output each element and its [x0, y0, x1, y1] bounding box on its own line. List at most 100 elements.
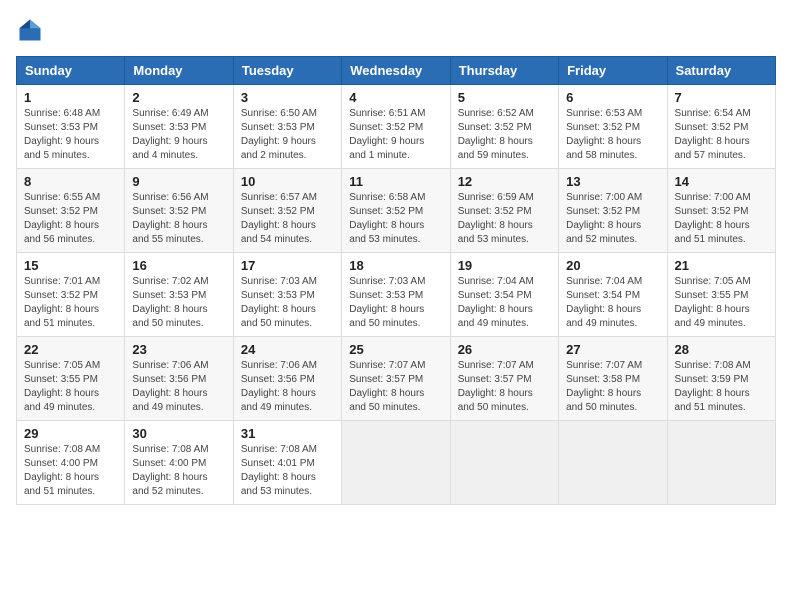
weekday-header: Sunday [17, 57, 125, 85]
weekday-header: Friday [559, 57, 667, 85]
calendar-cell: 22 Sunrise: 7:05 AMSunset: 3:55 PMDaylig… [17, 337, 125, 421]
day-info: Sunrise: 7:08 AMSunset: 4:01 PMDaylight:… [241, 444, 317, 497]
calendar-cell: 3 Sunrise: 6:50 AMSunset: 3:53 PMDayligh… [233, 85, 341, 169]
day-number: 24 [241, 342, 334, 357]
logo [16, 16, 48, 44]
day-info: Sunrise: 6:49 AMSunset: 3:53 PMDaylight:… [132, 108, 208, 161]
day-info: Sunrise: 7:08 AMSunset: 4:00 PMDaylight:… [24, 444, 100, 497]
calendar-cell: 29 Sunrise: 7:08 AMSunset: 4:00 PMDaylig… [17, 421, 125, 505]
day-info: Sunrise: 7:00 AMSunset: 3:52 PMDaylight:… [566, 192, 642, 245]
day-info: Sunrise: 7:03 AMSunset: 3:53 PMDaylight:… [241, 276, 317, 329]
calendar-cell: 19 Sunrise: 7:04 AMSunset: 3:54 PMDaylig… [450, 253, 558, 337]
weekday-header: Wednesday [342, 57, 450, 85]
day-info: Sunrise: 7:05 AMSunset: 3:55 PMDaylight:… [675, 276, 751, 329]
day-info: Sunrise: 7:04 AMSunset: 3:54 PMDaylight:… [566, 276, 642, 329]
day-number: 13 [566, 174, 659, 189]
day-number: 20 [566, 258, 659, 273]
calendar-cell: 23 Sunrise: 7:06 AMSunset: 3:56 PMDaylig… [125, 337, 233, 421]
day-info: Sunrise: 7:07 AMSunset: 3:58 PMDaylight:… [566, 360, 642, 413]
calendar-cell: 18 Sunrise: 7:03 AMSunset: 3:53 PMDaylig… [342, 253, 450, 337]
calendar-week-row: 22 Sunrise: 7:05 AMSunset: 3:55 PMDaylig… [17, 337, 776, 421]
calendar-cell: 21 Sunrise: 7:05 AMSunset: 3:55 PMDaylig… [667, 253, 775, 337]
calendar-cell: 14 Sunrise: 7:00 AMSunset: 3:52 PMDaylig… [667, 169, 775, 253]
calendar-cell: 30 Sunrise: 7:08 AMSunset: 4:00 PMDaylig… [125, 421, 233, 505]
calendar-cell: 1 Sunrise: 6:48 AMSunset: 3:53 PMDayligh… [17, 85, 125, 169]
day-info: Sunrise: 6:51 AMSunset: 3:52 PMDaylight:… [349, 108, 425, 161]
day-number: 14 [675, 174, 768, 189]
day-number: 18 [349, 258, 442, 273]
day-info: Sunrise: 6:58 AMSunset: 3:52 PMDaylight:… [349, 192, 425, 245]
calendar-week-row: 15 Sunrise: 7:01 AMSunset: 3:52 PMDaylig… [17, 253, 776, 337]
day-info: Sunrise: 6:59 AMSunset: 3:52 PMDaylight:… [458, 192, 534, 245]
calendar-cell: 24 Sunrise: 7:06 AMSunset: 3:56 PMDaylig… [233, 337, 341, 421]
day-number: 10 [241, 174, 334, 189]
day-number: 25 [349, 342, 442, 357]
calendar-table: SundayMondayTuesdayWednesdayThursdayFrid… [16, 56, 776, 505]
day-number: 12 [458, 174, 551, 189]
weekday-header: Tuesday [233, 57, 341, 85]
calendar-cell: 28 Sunrise: 7:08 AMSunset: 3:59 PMDaylig… [667, 337, 775, 421]
logo-icon [16, 16, 44, 44]
day-number: 30 [132, 426, 225, 441]
day-number: 27 [566, 342, 659, 357]
day-number: 2 [132, 90, 225, 105]
day-info: Sunrise: 6:53 AMSunset: 3:52 PMDaylight:… [566, 108, 642, 161]
calendar-cell: 15 Sunrise: 7:01 AMSunset: 3:52 PMDaylig… [17, 253, 125, 337]
day-number: 5 [458, 90, 551, 105]
calendar-cell [667, 421, 775, 505]
day-info: Sunrise: 7:08 AMSunset: 3:59 PMDaylight:… [675, 360, 751, 413]
calendar-cell: 25 Sunrise: 7:07 AMSunset: 3:57 PMDaylig… [342, 337, 450, 421]
calendar-header: SundayMondayTuesdayWednesdayThursdayFrid… [17, 57, 776, 85]
calendar-cell [559, 421, 667, 505]
day-number: 7 [675, 90, 768, 105]
day-info: Sunrise: 6:55 AMSunset: 3:52 PMDaylight:… [24, 192, 100, 245]
calendar-cell: 27 Sunrise: 7:07 AMSunset: 3:58 PMDaylig… [559, 337, 667, 421]
calendar-week-row: 1 Sunrise: 6:48 AMSunset: 3:53 PMDayligh… [17, 85, 776, 169]
day-number: 8 [24, 174, 117, 189]
calendar-cell: 5 Sunrise: 6:52 AMSunset: 3:52 PMDayligh… [450, 85, 558, 169]
day-number: 4 [349, 90, 442, 105]
day-number: 11 [349, 174, 442, 189]
weekday-row: SundayMondayTuesdayWednesdayThursdayFrid… [17, 57, 776, 85]
weekday-header: Thursday [450, 57, 558, 85]
day-info: Sunrise: 6:52 AMSunset: 3:52 PMDaylight:… [458, 108, 534, 161]
day-number: 26 [458, 342, 551, 357]
day-info: Sunrise: 7:00 AMSunset: 3:52 PMDaylight:… [675, 192, 751, 245]
calendar-cell: 20 Sunrise: 7:04 AMSunset: 3:54 PMDaylig… [559, 253, 667, 337]
day-info: Sunrise: 7:06 AMSunset: 3:56 PMDaylight:… [132, 360, 208, 413]
day-number: 6 [566, 90, 659, 105]
day-info: Sunrise: 7:02 AMSunset: 3:53 PMDaylight:… [132, 276, 208, 329]
day-number: 19 [458, 258, 551, 273]
day-number: 23 [132, 342, 225, 357]
day-number: 17 [241, 258, 334, 273]
day-number: 28 [675, 342, 768, 357]
calendar-cell [450, 421, 558, 505]
calendar-body: 1 Sunrise: 6:48 AMSunset: 3:53 PMDayligh… [17, 85, 776, 505]
calendar-cell: 7 Sunrise: 6:54 AMSunset: 3:52 PMDayligh… [667, 85, 775, 169]
day-info: Sunrise: 6:57 AMSunset: 3:52 PMDaylight:… [241, 192, 317, 245]
calendar-cell [342, 421, 450, 505]
day-number: 16 [132, 258, 225, 273]
calendar-cell: 13 Sunrise: 7:00 AMSunset: 3:52 PMDaylig… [559, 169, 667, 253]
calendar-cell: 9 Sunrise: 6:56 AMSunset: 3:52 PMDayligh… [125, 169, 233, 253]
day-info: Sunrise: 6:50 AMSunset: 3:53 PMDaylight:… [241, 108, 317, 161]
calendar-cell: 31 Sunrise: 7:08 AMSunset: 4:01 PMDaylig… [233, 421, 341, 505]
page-header [16, 16, 776, 44]
day-info: Sunrise: 7:08 AMSunset: 4:00 PMDaylight:… [132, 444, 208, 497]
calendar-cell: 12 Sunrise: 6:59 AMSunset: 3:52 PMDaylig… [450, 169, 558, 253]
day-number: 29 [24, 426, 117, 441]
calendar-cell: 4 Sunrise: 6:51 AMSunset: 3:52 PMDayligh… [342, 85, 450, 169]
day-info: Sunrise: 6:56 AMSunset: 3:52 PMDaylight:… [132, 192, 208, 245]
calendar-week-row: 29 Sunrise: 7:08 AMSunset: 4:00 PMDaylig… [17, 421, 776, 505]
day-info: Sunrise: 7:04 AMSunset: 3:54 PMDaylight:… [458, 276, 534, 329]
day-number: 21 [675, 258, 768, 273]
day-number: 15 [24, 258, 117, 273]
calendar-week-row: 8 Sunrise: 6:55 AMSunset: 3:52 PMDayligh… [17, 169, 776, 253]
calendar-cell: 8 Sunrise: 6:55 AMSunset: 3:52 PMDayligh… [17, 169, 125, 253]
calendar-cell: 16 Sunrise: 7:02 AMSunset: 3:53 PMDaylig… [125, 253, 233, 337]
weekday-header: Monday [125, 57, 233, 85]
day-number: 22 [24, 342, 117, 357]
day-info: Sunrise: 7:05 AMSunset: 3:55 PMDaylight:… [24, 360, 100, 413]
day-info: Sunrise: 7:07 AMSunset: 3:57 PMDaylight:… [349, 360, 425, 413]
day-info: Sunrise: 6:48 AMSunset: 3:53 PMDaylight:… [24, 108, 100, 161]
